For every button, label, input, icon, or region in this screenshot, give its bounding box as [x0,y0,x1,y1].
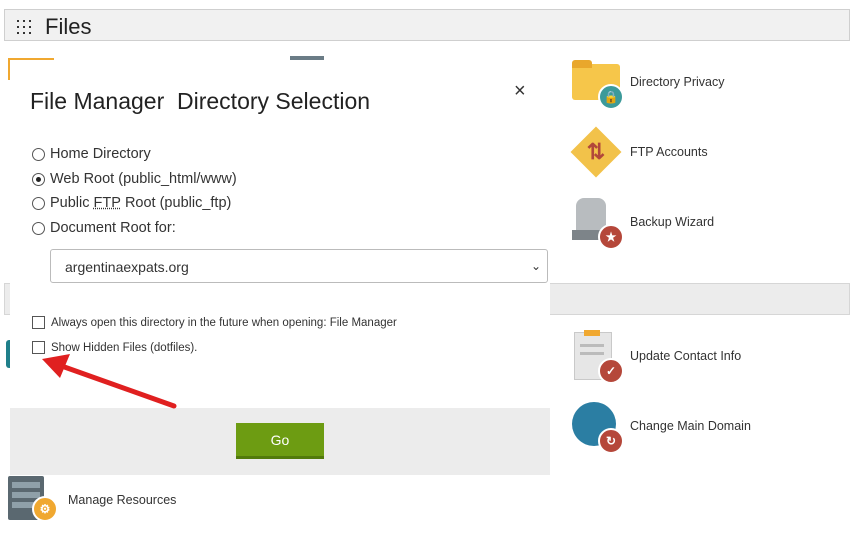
ftp-arrows-icon: ⇅ [570,126,622,178]
files-section-header: Files [4,9,850,41]
checkbox[interactable] [32,316,45,329]
feature-label: Backup Wizard [630,215,715,229]
chevron-down-icon: ⌄ [530,259,541,273]
radio-button[interactable] [32,221,45,235]
domain-select-value: argentinaexpats.org [65,259,189,275]
radio-home-directory[interactable]: Home Directory [32,146,151,162]
radio-web-root[interactable]: Web Root (public_html/www) [32,171,237,187]
radio-label-post: Root (public_ftp) [120,195,232,211]
go-button[interactable]: Go [236,423,324,459]
checkbox-always-open[interactable]: Always open this directory in the future… [32,316,397,329]
radio-button[interactable] [32,196,45,210]
radio-button[interactable] [32,147,45,161]
radio-public-ftp-root[interactable]: Public FTP Root (public_ftp) [32,195,231,211]
feature-manage-resources[interactable]: ⚙ Manage Resources [8,474,176,526]
checkbox-label: Always open this directory in the future… [51,316,397,329]
red-arrow-annotation [42,354,177,409]
feature-backup-wizard[interactable]: ★ Backup Wizard [570,196,715,250]
section-title: Files [45,14,92,39]
radio-label: Home Directory [50,146,151,162]
feature-label: FTP Accounts [630,145,708,159]
radio-document-root[interactable]: Document Root for: [32,220,176,236]
feature-label: Directory Privacy [630,75,725,89]
clipboard-check-icon: ✓ [570,330,624,384]
globe-refresh-icon: ↻ [570,400,624,454]
feature-ftp-accounts[interactable]: ⇅ FTP Accounts [570,126,708,178]
domain-select[interactable]: argentinaexpats.org ⌄ [50,249,548,283]
backup-drive-icon: ★ [570,196,624,250]
radio-button-selected[interactable] [32,172,45,186]
radio-label: Web Root (public_html/www) [50,171,237,187]
ftp-abbr: FTP [93,195,121,211]
server-gear-icon: ⚙ [8,474,60,526]
feature-label: Manage Resources [68,493,177,507]
feature-update-contact-info[interactable]: ✓ Update Contact Info [570,330,742,384]
feature-label: Change Main Domain [630,419,751,433]
feature-directory-privacy[interactable]: 🔒 Directory Privacy [570,56,725,110]
close-icon[interactable]: × [514,80,526,103]
feature-label: Update Contact Info [630,349,742,363]
modal-title: File Manager Directory Selection [30,88,371,114]
radio-label-pre: Public [50,195,94,211]
grid-menu-icon[interactable] [17,20,33,34]
folder-lock-icon: 🔒 [570,56,624,110]
radio-label: Document Root for: [50,220,176,236]
feature-change-main-domain[interactable]: ↻ Change Main Domain [570,400,751,454]
